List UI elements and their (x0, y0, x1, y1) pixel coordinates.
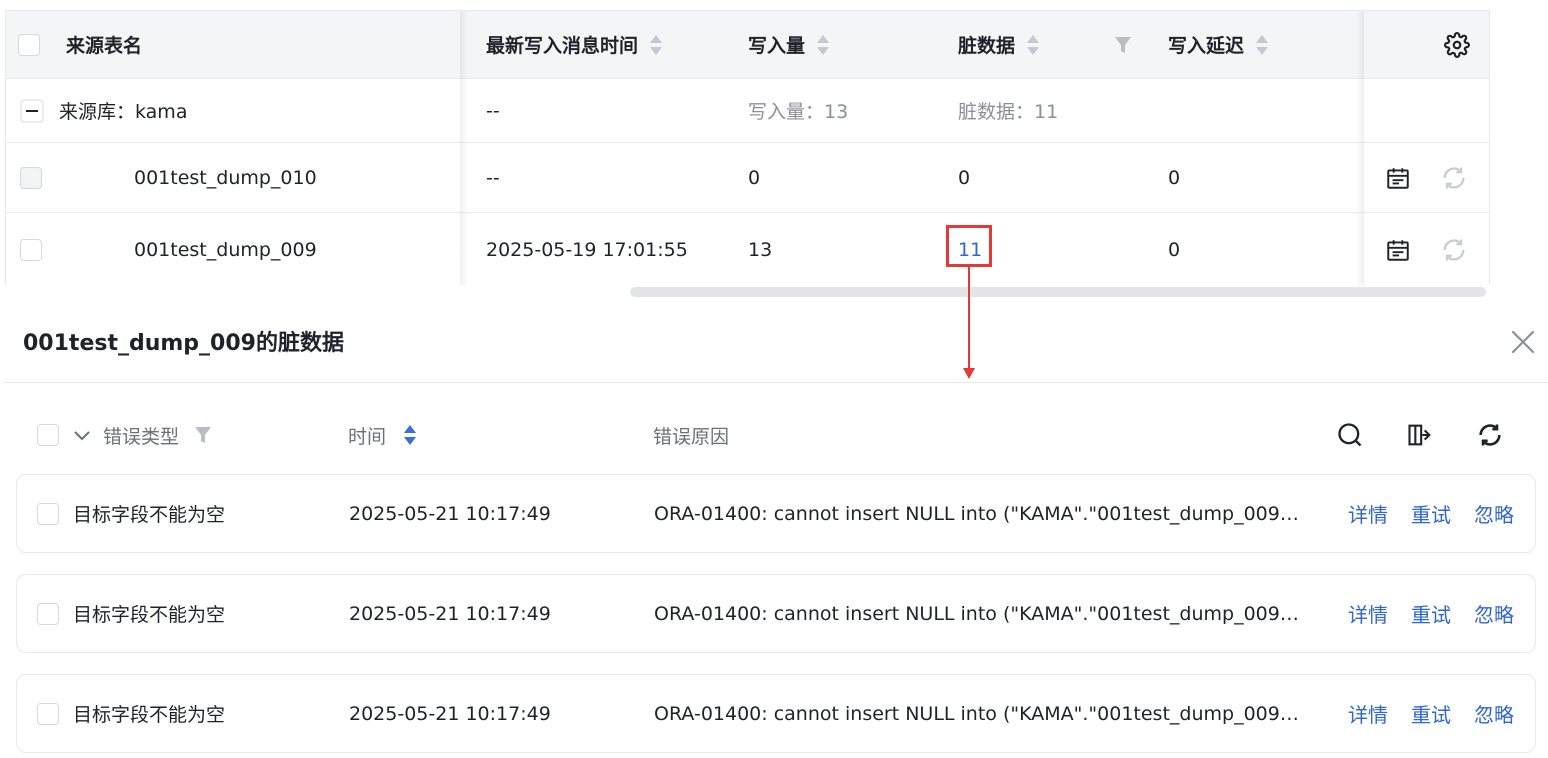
refresh-icon[interactable] (1440, 236, 1468, 264)
collapse-icon[interactable] (20, 99, 44, 123)
row-latest-time: 2025-05-19 17:01:55 (486, 238, 688, 261)
annotation-arrow (968, 267, 970, 370)
row-checkbox[interactable] (37, 602, 59, 625)
column-time: 时间 (348, 425, 387, 448)
group-label: 来源库：kama (59, 101, 188, 123)
error-type: 目标字段不能为空 (73, 504, 226, 526)
group-write-count: 写入量：13 (748, 101, 849, 123)
sort-icon[interactable] (1256, 34, 1269, 56)
refresh-icon[interactable] (1440, 164, 1468, 192)
detail-link[interactable]: 详情 (1348, 499, 1388, 528)
horizontal-scrollbar[interactable] (630, 287, 1486, 297)
retry-link[interactable]: 重试 (1411, 599, 1451, 628)
row-latest-time: -- (486, 166, 500, 189)
arrow-head-icon (963, 368, 975, 379)
sort-icon[interactable] (1027, 34, 1040, 56)
error-type: 目标字段不能为空 (73, 704, 226, 726)
divider (3, 382, 1548, 383)
search-icon[interactable] (1336, 421, 1364, 449)
row-write-delay: 0 (1168, 166, 1181, 189)
settings-icon[interactable] (1444, 31, 1470, 58)
error-type: 目标字段不能为空 (73, 604, 226, 626)
select-all-checkbox[interactable] (18, 33, 40, 56)
error-time: 2025-05-21 10:17:49 (349, 502, 551, 525)
column-reason: 错误原因 (653, 425, 730, 448)
group-dirty-data: 脏数据：11 (958, 101, 1059, 123)
row-dirty-data: 0 (958, 166, 971, 189)
select-all-checkbox[interactable] (37, 424, 59, 446)
sort-icon[interactable] (650, 34, 663, 56)
ignore-link[interactable]: 忽略 (1474, 499, 1514, 528)
calendar-icon[interactable] (1385, 237, 1411, 263)
fixed-column-shadow (460, 11, 468, 285)
fixed-column-shadow (1356, 11, 1364, 285)
row-table-name: 001test_dump_010 (134, 166, 317, 189)
detail-link[interactable]: 详情 (1348, 699, 1388, 728)
detail-link[interactable]: 详情 (1348, 599, 1388, 628)
row-checkbox[interactable] (20, 166, 42, 189)
error-reason: ORA-01400: cannot insert NULL into ("KAM… (654, 602, 1299, 625)
list-item: 目标字段不能为空 2025-05-21 10:17:49 ORA-01400: … (16, 474, 1536, 553)
row-checkbox[interactable] (37, 502, 59, 525)
table-header: 来源表名 最新写入消息时间 写入量 脏数据 写入延迟 (6, 11, 1489, 79)
row-write-count: 13 (748, 238, 773, 261)
dirty-data-header: 错误类型 时间 错误原因 (0, 410, 1548, 460)
table-row: 001test_dump_010 -- 0 0 0 (6, 143, 1489, 213)
ignore-link[interactable]: 忽略 (1474, 699, 1514, 728)
column-settings-icon[interactable] (1406, 421, 1434, 449)
source-table: 来源表名 最新写入消息时间 写入量 脏数据 写入延迟 来源库：kama -- 写… (5, 10, 1490, 285)
group-row: 来源库：kama -- 写入量：13 脏数据：11 (6, 79, 1489, 143)
header-dirty-data: 脏数据 (958, 35, 1016, 57)
chevron-down-icon[interactable] (72, 425, 92, 445)
header-source-table: 来源表名 (66, 35, 143, 57)
group-latest-time: -- (486, 99, 500, 122)
table-row: 001test_dump_009 2025-05-19 17:01:55 13 … (6, 213, 1489, 285)
header-write-count: 写入量 (748, 35, 806, 57)
sort-icon[interactable] (404, 424, 417, 446)
filter-icon[interactable] (1114, 35, 1132, 55)
list-item: 目标字段不能为空 2025-05-21 10:17:49 ORA-01400: … (16, 574, 1536, 653)
drawer-title: 001test_dump_009的脏数据 (23, 331, 344, 356)
row-write-count: 0 (748, 166, 761, 189)
error-time: 2025-05-21 10:17:49 (349, 702, 551, 725)
row-checkbox[interactable] (20, 238, 42, 261)
calendar-icon[interactable] (1385, 165, 1411, 191)
close-icon[interactable] (1508, 327, 1538, 357)
retry-link[interactable]: 重试 (1411, 499, 1451, 528)
header-latest-time: 最新写入消息时间 (486, 35, 639, 57)
error-reason: ORA-01400: cannot insert NULL into ("KAM… (654, 702, 1299, 725)
highlight-box (946, 225, 992, 267)
retry-link[interactable]: 重试 (1411, 699, 1451, 728)
ignore-link[interactable]: 忽略 (1474, 599, 1514, 628)
filter-icon[interactable] (194, 425, 212, 445)
row-checkbox[interactable] (37, 702, 59, 725)
list-item: 目标字段不能为空 2025-05-21 10:17:49 ORA-01400: … (16, 674, 1536, 753)
error-time: 2025-05-21 10:17:49 (349, 602, 551, 625)
column-error-type: 错误类型 (103, 425, 180, 448)
header-write-delay: 写入延迟 (1168, 35, 1245, 57)
row-table-name: 001test_dump_009 (134, 238, 317, 261)
error-reason: ORA-01400: cannot insert NULL into ("KAM… (654, 502, 1299, 525)
refresh-icon[interactable] (1476, 421, 1504, 449)
row-write-delay: 0 (1168, 238, 1181, 261)
sort-icon[interactable] (817, 34, 830, 56)
